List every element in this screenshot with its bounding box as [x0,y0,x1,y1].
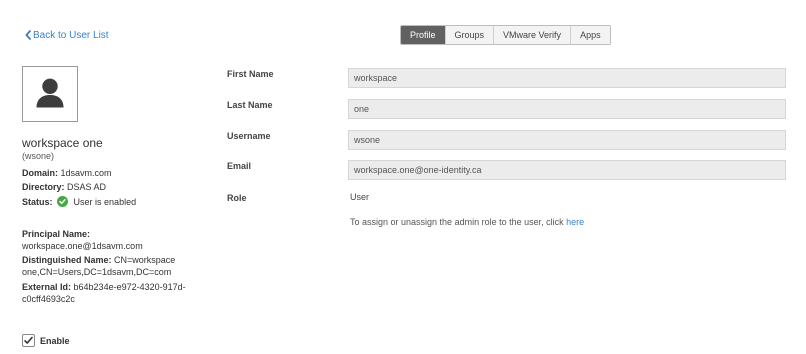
principal-name-value: workspace.one@1dsavm.com [22,241,143,251]
status-value: User is enabled [73,197,137,207]
external-id-info: External Id: b64b234e-e972-4320-917d-c0c… [22,281,202,305]
checkmark-icon [24,336,33,344]
avatar [22,66,78,122]
check-circle-icon [57,196,69,207]
directory-value: DSAS AD [67,182,107,192]
external-id-label: External Id: [22,282,72,292]
username-label: Username [227,131,271,141]
distinguished-name-label: Distinguished Name: [22,255,112,265]
user-login: (wsone) [22,151,55,161]
back-to-user-list-link[interactable]: Back to User List [24,29,109,41]
directory-label: Directory: [22,182,65,192]
last-name-field[interactable] [348,99,786,119]
domain-label: Domain: [22,168,58,178]
domain-info: Domain: 1dsavm.com [22,168,112,178]
tab-vmware-verify[interactable]: VMware Verify [493,26,571,44]
admin-role-here-link[interactable]: here [566,217,584,227]
enable-label: Enable [40,335,70,346]
user-display-name: workspace one [22,136,103,150]
enable-row: Enable [22,334,70,347]
first-name-field[interactable] [348,68,786,88]
role-value: User [350,192,370,202]
chevron-left-icon [25,30,31,40]
admin-role-note: To assign or unassign the admin role to … [350,217,584,227]
tab-profile[interactable]: Profile [401,26,445,44]
status-info: Status: User is enabled [22,196,136,207]
role-label: Role [227,193,247,203]
back-link-label: Back to User List [33,29,109,41]
domain-value: 1dsavm.com [60,168,112,178]
principal-name-info: Principal Name: workspace.one@1dsavm.com [22,228,202,252]
email-label: Email [227,161,252,171]
first-name-label: First Name [227,69,274,79]
admin-role-note-text: To assign or unassign the admin role to … [350,217,567,227]
directory-info: Directory: DSAS AD [22,182,106,192]
enable-checkbox[interactable] [22,334,35,347]
email-field[interactable] [348,160,786,180]
distinguished-name-info: Distinguished Name: CN=workspace one,CN=… [22,254,202,278]
last-name-label: Last Name [227,100,273,110]
username-field[interactable] [348,130,786,150]
status-label: Status: [22,197,53,207]
tab-apps[interactable]: Apps [570,26,610,44]
tab-groups[interactable]: Groups [444,26,494,44]
principal-name-label: Principal Name: [22,229,91,239]
profile-tabs: Profile Groups VMware Verify Apps [400,25,611,45]
user-silhouette-icon [36,78,64,108]
